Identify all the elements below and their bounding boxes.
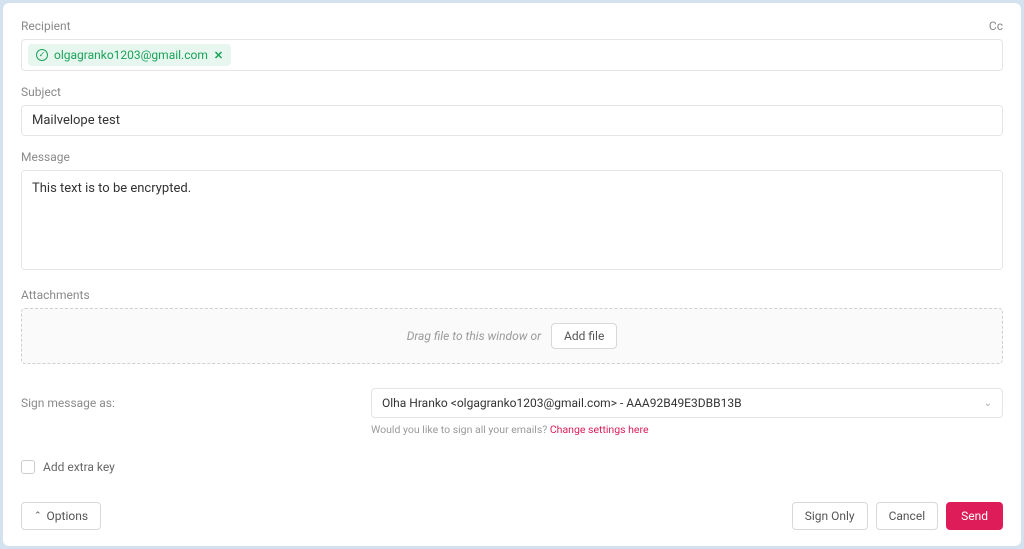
recipient-field: Recipient Cc ✓ olgagranko1203@gmail.com …: [21, 19, 1003, 71]
sign-as-label: Sign message as:: [21, 388, 351, 410]
attachment-dropzone[interactable]: Drag file to this window or Add file: [21, 308, 1003, 364]
add-extra-key-label: Add extra key: [43, 460, 115, 474]
add-file-button[interactable]: Add file: [551, 323, 617, 349]
sign-only-button[interactable]: Sign Only: [792, 502, 868, 530]
options-label: Options: [47, 509, 89, 523]
sign-hint: Would you like to sign all your emails? …: [371, 423, 1003, 436]
subject-input[interactable]: [21, 105, 1003, 136]
message-label: Message: [21, 150, 70, 164]
send-button[interactable]: Send: [946, 502, 1003, 530]
extra-key-row: Add extra key: [21, 460, 1003, 474]
recipient-input[interactable]: ✓ olgagranko1203@gmail.com ✕: [21, 39, 1003, 71]
chevron-up-icon: ⌃: [34, 511, 42, 521]
recipient-email: olgagranko1203@gmail.com: [54, 48, 208, 62]
attachments-field: Attachments Drag file to this window or …: [21, 288, 1003, 364]
message-textarea[interactable]: [21, 170, 1003, 270]
recipient-chip[interactable]: ✓ olgagranko1203@gmail.com ✕: [28, 44, 231, 66]
subject-label: Subject: [21, 85, 61, 99]
attachments-label: Attachments: [21, 288, 90, 302]
sign-hint-text: Would you like to sign all your emails?: [371, 423, 550, 436]
cc-toggle[interactable]: Cc: [989, 19, 1003, 33]
change-settings-link[interactable]: Change settings here: [550, 423, 649, 436]
compose-panel: Recipient Cc ✓ olgagranko1203@gmail.com …: [3, 3, 1021, 546]
options-button[interactable]: ⌃ Options: [21, 502, 101, 530]
drag-file-text: Drag file to this window or: [407, 329, 541, 343]
sign-message-row: Sign message as: Olha Hranko <olgagranko…: [21, 388, 1003, 436]
remove-recipient-icon[interactable]: ✕: [214, 49, 223, 62]
sign-selected-value: Olha Hranko <olgagranko1203@gmail.com> -…: [382, 396, 742, 410]
add-extra-key-checkbox[interactable]: [21, 460, 35, 474]
message-field: Message: [21, 150, 1003, 274]
sign-identity-select[interactable]: Olha Hranko <olgagranko1203@gmail.com> -…: [371, 388, 1003, 418]
recipient-label: Recipient: [21, 19, 71, 33]
subject-field: Subject: [21, 85, 1003, 136]
chevron-down-icon: ⌄: [984, 398, 992, 409]
compose-footer: ⌃ Options Sign Only Cancel Send: [21, 502, 1003, 530]
cancel-button[interactable]: Cancel: [876, 502, 939, 530]
verified-icon: ✓: [36, 49, 48, 61]
